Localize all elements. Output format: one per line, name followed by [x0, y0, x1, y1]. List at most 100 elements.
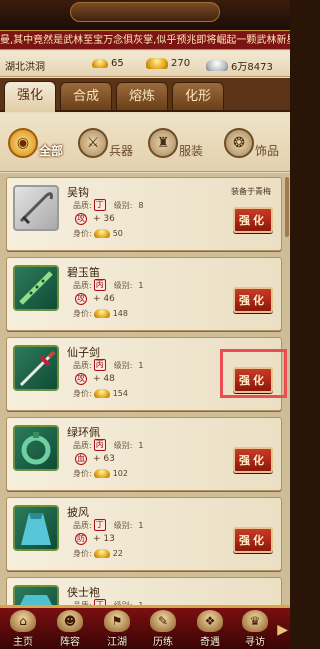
- stat-bonus: + 46: [93, 294, 115, 304]
- quality-label: 品质:: [73, 520, 92, 530]
- stat-bonus: + 36: [93, 214, 115, 224]
- strengthen-button[interactable]: 强化: [233, 287, 273, 313]
- gold-ingot-icon: [93, 309, 110, 318]
- stat-row: 血 + 63: [73, 453, 115, 465]
- attack-seal: 攻: [75, 213, 87, 225]
- nav-home-label: 主页: [13, 637, 33, 648]
- tab-transform[interactable]: 化形: [172, 82, 224, 110]
- level-value: 1: [138, 360, 144, 370]
- level-label: 级别:: [113, 280, 133, 290]
- category-all-label: 全部: [39, 143, 64, 158]
- nav-lineup-label: 阵容: [60, 637, 80, 648]
- category-filter: ◉ 全部 ⚔ 兵器 ♜ 服装 ❂ 饰品: [0, 114, 290, 172]
- list-item[interactable]: 绿环佩 品质: 丙 级别: 1 血 + 63 身价: 102 强化: [6, 417, 282, 491]
- price-label: 身价:: [73, 389, 92, 398]
- item-name: 侠士袍: [67, 586, 100, 599]
- weapon-icon: ⚔: [78, 128, 108, 158]
- nav-home[interactable]: ⌂ 主页: [2, 610, 44, 649]
- category-clothing[interactable]: ♜ 服装: [148, 120, 203, 166]
- strengthen-button[interactable]: 强化: [233, 447, 273, 473]
- gold-ingot-icon: [93, 389, 110, 398]
- game-screen: 曼,其中竟然是武林至宝万念俱灰掌,似乎预兆即将崛起一颗武林新星。 湖北洪洞 65…: [0, 0, 290, 649]
- level-value: 1: [138, 520, 144, 530]
- robe-icon: [13, 585, 59, 605]
- stat-row: 攻 + 36: [73, 213, 115, 225]
- location-label: 湖北洪洞: [5, 62, 45, 73]
- category-accessory[interactable]: ❂ 饰品: [224, 120, 279, 166]
- nav-training[interactable]: ✎ 历练: [142, 610, 184, 649]
- gold-ingot-icon: [93, 549, 110, 558]
- quality-row: 品质: 丁 级别: 8: [73, 199, 144, 211]
- list-item[interactable]: 披风 品质: 丁 级别: 1 防 + 13 身价: 22 强化: [6, 497, 282, 571]
- fairy-sword-icon: [13, 345, 59, 391]
- nav-adventure[interactable]: ❖ 奇遇: [189, 610, 231, 649]
- category-accessory-label: 饰品: [255, 143, 280, 158]
- list-item[interactable]: 碧玉笛 品质: 丙 级别: 1 攻 + 46 身价: 148 强化: [6, 257, 282, 331]
- stat-row: 攻 + 48: [73, 373, 115, 385]
- ticker-text: 曼,其中竟然是武林至宝万念俱灰掌,似乎预兆即将崛起一颗武林新星。: [0, 35, 290, 46]
- hat-icon: ♛: [242, 610, 268, 632]
- nav-jianghu[interactable]: ⚑ 江湖: [96, 610, 138, 649]
- chevron-right-icon[interactable]: ▶: [277, 622, 288, 638]
- quality-label: 品质:: [73, 360, 92, 370]
- tab-strengthen[interactable]: 强化: [4, 81, 56, 112]
- level-label: 级别:: [113, 200, 133, 210]
- house-icon: ⌂: [10, 610, 36, 632]
- banner-ornament: [70, 2, 220, 22]
- category-weapon-label: 兵器: [109, 143, 134, 158]
- quality-seal: 丙: [93, 279, 106, 291]
- price-row: 身价: 102: [73, 468, 128, 479]
- quality-row: 品质: 丁 级别: 1: [73, 519, 144, 531]
- gold-ingot-icon: [92, 59, 108, 68]
- level-value: 8: [138, 200, 144, 210]
- price-label: 身价:: [73, 229, 92, 238]
- hp-seal: 血: [75, 453, 87, 465]
- armor-icon: ♜: [148, 128, 178, 158]
- quality-row: 品质: 丙 级别: 1: [73, 279, 144, 291]
- silver-resource: 6万8473: [206, 58, 273, 73]
- gold-resource: 65: [92, 58, 124, 69]
- strengthen-button[interactable]: 强化: [233, 527, 273, 553]
- nav-training-label: 历练: [153, 637, 173, 648]
- price-label: 身价:: [73, 549, 92, 558]
- item-name: 碧玉笛: [67, 266, 100, 279]
- hook-sword-icon: [13, 185, 59, 231]
- category-all[interactable]: ◉ 全部: [8, 120, 63, 166]
- gold-value: 65: [111, 58, 124, 69]
- level-label: 级别:: [113, 520, 133, 530]
- stat-bonus: + 63: [93, 454, 115, 464]
- accessory-icon: ❂: [224, 128, 254, 158]
- nav-lineup[interactable]: ☻ 阵容: [49, 610, 91, 649]
- tab-synthesize[interactable]: 合成: [60, 82, 112, 110]
- item-name: 吴钩: [67, 186, 89, 199]
- price-row: 身价: 22: [73, 548, 123, 559]
- defense-seal: 防: [75, 533, 87, 545]
- price-row: 身价: 148: [73, 308, 128, 319]
- cloak-icon: [13, 505, 59, 551]
- news-ticker: 曼,其中竟然是武林至宝万念俱灰掌,似乎预兆即将崛起一颗武林新星。: [0, 30, 290, 50]
- top-banner: [0, 0, 290, 30]
- nav-jianghu-label: 江湖: [107, 637, 127, 648]
- level-value: 1: [138, 280, 144, 290]
- list-scrollbar[interactable]: [285, 177, 289, 237]
- gold-ingot-icon: [93, 229, 110, 238]
- treasure-icon: ❖: [197, 610, 223, 632]
- resource-bar: 湖北洪洞 65 270 6万8473: [0, 51, 290, 77]
- item-name: 绿环佩: [67, 426, 100, 439]
- tab-smelt[interactable]: 熔炼: [116, 82, 168, 110]
- quality-label: 品质:: [73, 280, 92, 290]
- tab-bar: 强化 合成 熔炼 化形: [0, 78, 290, 112]
- category-weapon[interactable]: ⚔ 兵器: [78, 120, 133, 166]
- list-item[interactable]: 吴钩 品质: 丁 级别: 8 攻 + 36 身价: 50 装备于青梅 强化: [6, 177, 282, 251]
- price-row: 身价: 154: [73, 388, 128, 399]
- level-label: 级别:: [113, 440, 133, 450]
- list-item[interactable]: 侠士袍 品质: 丁 级别: 1 强化: [6, 577, 282, 605]
- strengthen-button[interactable]: 强化: [233, 207, 273, 233]
- level-value: 1: [138, 440, 144, 450]
- price-label: 身价:: [73, 309, 92, 318]
- selection-highlight: [220, 349, 287, 398]
- bottom-nav: ⌂ 主页 ☻ 阵容 ⚑ 江湖 ✎ 历练 ❖ 奇遇 ♛ 寻访 ▶: [0, 605, 290, 649]
- scroll-icon: ✎: [150, 610, 176, 632]
- quality-label: 品质:: [73, 440, 92, 450]
- nav-search[interactable]: ♛ 寻访: [234, 610, 276, 649]
